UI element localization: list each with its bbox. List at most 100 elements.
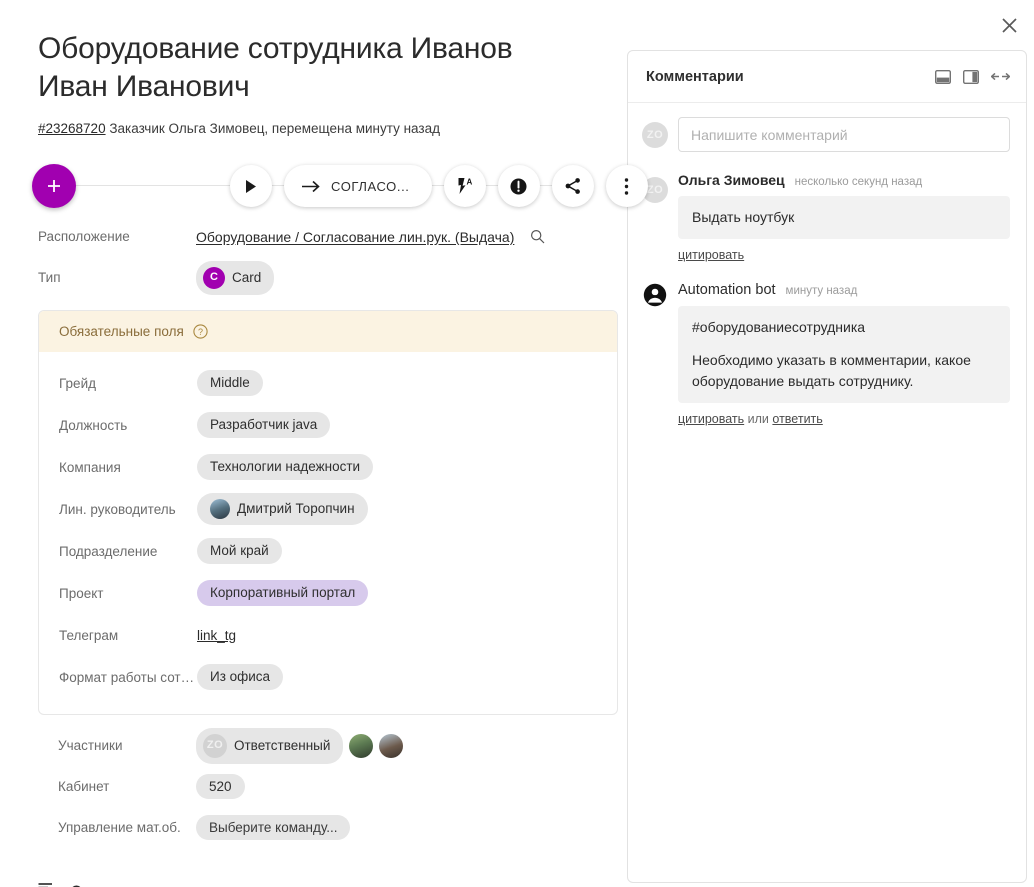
comments-title: Комментарии — [646, 68, 744, 85]
more-button[interactable] — [605, 165, 648, 207]
project-chip[interactable]: Корпоративный портал — [197, 580, 369, 606]
property-label: Тип — [38, 270, 61, 285]
task-detail-pane: Оборудование сотрудника Иванов Иван Иван… — [0, 0, 648, 887]
comment-timestamp: минуту назад — [785, 285, 858, 297]
field-row-telegram: Телеграм link_tg — [59, 614, 597, 656]
comment-actions-separator: или — [747, 412, 769, 426]
share-button[interactable] — [551, 165, 594, 207]
field-label: Телеграм — [59, 627, 119, 643]
location-search-button[interactable] — [530, 229, 545, 244]
field-label: Формат работы сотр... — [59, 669, 197, 685]
comments-body: ZO ZO Ольга Зимовец несколько секунд наз… — [628, 103, 1026, 426]
type-chip[interactable]: C Card — [196, 260, 275, 295]
participant-avatar[interactable] — [349, 733, 374, 758]
comment-author: Automation bot — [678, 282, 776, 298]
responsible-label: Ответственный — [234, 737, 331, 753]
required-fields-body: Грейд Middle Должность Разработчик java … — [39, 352, 617, 714]
property-row-asset-management: Управление мат.об. Выберите команду... — [58, 807, 600, 848]
field-label: Подразделение — [59, 543, 158, 559]
department-chip[interactable]: Мой край — [197, 538, 282, 564]
comment-reply-link[interactable]: ответить — [772, 412, 822, 426]
add-button-wrap — [32, 164, 76, 208]
field-value: Дмитрий Торопчин — [197, 493, 368, 525]
field-row-project: Проект Корпоративный портал — [59, 572, 597, 614]
field-label: Грейд — [59, 375, 96, 391]
automation-button-wrap: A — [443, 165, 486, 207]
comment-actions: цитировать — [678, 248, 1010, 262]
task-card-page: Оборудование сотрудника Иванов Иван Иван… — [0, 0, 1034, 887]
property-label: Управление мат.об. — [58, 820, 181, 835]
field-label: Должность — [59, 417, 128, 433]
required-fields-title: Обязательные поля — [59, 324, 184, 339]
field-label: Проект — [59, 585, 104, 601]
lightning-a-icon: A — [458, 177, 472, 194]
company-chip[interactable]: Технологии надежности — [197, 454, 374, 480]
field-value: Middle — [197, 370, 263, 396]
work-format-chip[interactable]: Из офиса — [197, 664, 284, 690]
asset-team-chip[interactable]: Выберите команду... — [196, 814, 351, 841]
search-icon — [531, 229, 545, 244]
transition-button-wrap: СОГЛАСО... — [284, 165, 432, 207]
property-value: ZO Ответственный — [196, 727, 404, 764]
property-label: Кабинет — [58, 779, 110, 794]
transition-button[interactable]: СОГЛАСО... — [284, 165, 432, 207]
comment-quote-link[interactable]: цитировать — [678, 248, 744, 262]
panel-bottom-icon[interactable] — [935, 69, 951, 84]
comment-actions: цитировать или ответить — [678, 412, 1010, 426]
line-manager-name: Дмитрий Торопчин — [237, 501, 355, 517]
property-value: Выберите команду... — [196, 814, 351, 841]
comment-body: Ольга Зимовец несколько секунд назад Выд… — [678, 172, 1010, 262]
svg-text:?: ? — [198, 327, 203, 337]
close-icon — [1001, 17, 1017, 33]
line-manager-chip[interactable]: Дмитрий Торопчин — [197, 493, 368, 525]
play-icon — [246, 179, 256, 193]
property-value: C Card — [196, 260, 275, 295]
resize-horizontal-icon[interactable] — [991, 71, 1010, 82]
start-timer-button[interactable] — [230, 165, 272, 207]
plus-icon — [48, 180, 60, 192]
help-circle-icon[interactable]: ? — [193, 324, 208, 339]
office-chip[interactable]: 520 — [196, 773, 245, 800]
property-label: Участники — [58, 738, 123, 753]
panel-side-icon[interactable] — [963, 69, 979, 84]
grade-chip[interactable]: Middle — [197, 370, 263, 396]
property-row-participants: Участники ZO Ответственный — [58, 725, 600, 766]
field-row-work-format: Формат работы сотр... Из офиса — [59, 656, 597, 698]
task-meta-text: Заказчик Ольга Зимовец, перемещена минут… — [109, 121, 440, 136]
close-button[interactable] — [992, 8, 1026, 42]
add-button[interactable] — [32, 164, 76, 208]
alert-button[interactable] — [497, 165, 540, 207]
comment-quote-link[interactable]: цитировать — [678, 412, 744, 426]
field-row-company: Компания Технологии надежности — [59, 446, 597, 488]
position-chip[interactable]: Разработчик java — [197, 412, 331, 438]
field-value: link_tg — [197, 628, 236, 643]
property-value: 520 — [196, 773, 245, 800]
responsible-chip[interactable]: ZO Ответственный — [196, 727, 344, 764]
location-link[interactable]: Оборудование / Согласование лин.рук. (Вы… — [196, 229, 514, 245]
description-title: Описание — [71, 882, 140, 887]
task-meta-line: #23268720 Заказчик Ольга Зимовец, переме… — [38, 120, 600, 138]
comment-input[interactable] — [678, 117, 1010, 152]
alert-button-wrap — [497, 165, 540, 207]
telegram-link[interactable]: link_tg — [197, 628, 236, 643]
comments-panel: Комментарии ZO Напишите комментарий ZO О… — [627, 50, 1027, 883]
comment-timestamp: несколько секунд назад — [794, 176, 923, 188]
transition-button-label: СОГЛАСО... — [331, 178, 410, 194]
play-button-wrap — [230, 165, 272, 207]
comment-avatar — [642, 282, 668, 308]
participant-avatar[interactable] — [379, 733, 404, 758]
field-value: Корпоративный портал — [197, 580, 369, 606]
property-row-type: Тип C Card — [38, 257, 600, 298]
avatar — [210, 499, 230, 519]
comment-text: Выдать ноутбук — [678, 196, 1010, 239]
field-value: Технологии надежности — [197, 454, 374, 480]
task-toolbar: СОГЛАСО... A — [32, 156, 648, 216]
comment-item: Automation bot минуту назад #оборудовани… — [642, 282, 1010, 426]
ticket-id-link[interactable]: #23268720 — [38, 121, 106, 136]
automation-button[interactable]: A — [443, 165, 486, 207]
comment-meta: Ольга Зимовец несколько секунд назад — [678, 172, 1010, 188]
field-row-department: Подразделение Мой край — [59, 530, 597, 572]
more-vertical-icon — [624, 177, 629, 195]
field-value: Из офиса — [197, 664, 284, 690]
comment-paragraph: Выдать ноутбук — [692, 209, 795, 225]
